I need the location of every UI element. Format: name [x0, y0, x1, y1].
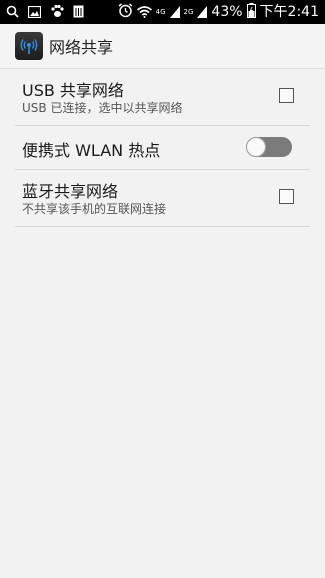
bluetooth-tethering-checkbox[interactable]: [279, 189, 294, 204]
battery-percent: 43%: [211, 4, 243, 20]
wlan-hotspot-item[interactable]: 便携式 WLAN 热点: [15, 126, 310, 170]
bluetooth-tethering-title: 蓝牙共享网络: [22, 182, 119, 201]
wlan-hotspot-toggle[interactable]: [246, 137, 292, 157]
signal-icon: [197, 3, 208, 22]
paw-icon: [50, 3, 64, 22]
clock: 下午2:41: [259, 4, 319, 20]
usb-tethering-summary: USB 已连接，选中以共享网络: [22, 101, 183, 115]
search-icon: [6, 3, 19, 22]
network-2g-label: 2G: [183, 7, 194, 16]
network-4g-label: 4G: [155, 7, 166, 16]
wifi-icon: [136, 3, 152, 22]
usb-tethering-item[interactable]: USB 共享网络 USB 已连接，选中以共享网络: [15, 69, 310, 126]
battery-icon: [246, 2, 256, 22]
usb-tethering-title: USB 共享网络: [22, 81, 124, 100]
usb-tethering-checkbox[interactable]: [279, 88, 294, 103]
page-title: 网络共享: [49, 38, 114, 57]
action-bar: 网络共享: [0, 24, 325, 68]
toggle-knob: [246, 137, 266, 157]
bluetooth-tethering-item[interactable]: 蓝牙共享网络 不共享该手机的互联网连接: [15, 170, 310, 227]
alarm-icon: [118, 2, 133, 22]
wlan-hotspot-title: 便携式 WLAN 热点: [22, 141, 161, 160]
settings-list: USB 共享网络 USB 已连接，选中以共享网络 便携式 WLAN 热点 蓝牙共…: [15, 69, 310, 227]
status-bar: 4G 2G 43% 下午2:41: [0, 0, 325, 24]
bluetooth-tethering-summary: 不共享该手机的互联网连接: [22, 202, 167, 216]
image-icon: [27, 3, 42, 22]
sim-icon: [73, 3, 84, 22]
signal-icon: [169, 3, 180, 22]
tethering-app-icon[interactable]: [15, 32, 43, 60]
